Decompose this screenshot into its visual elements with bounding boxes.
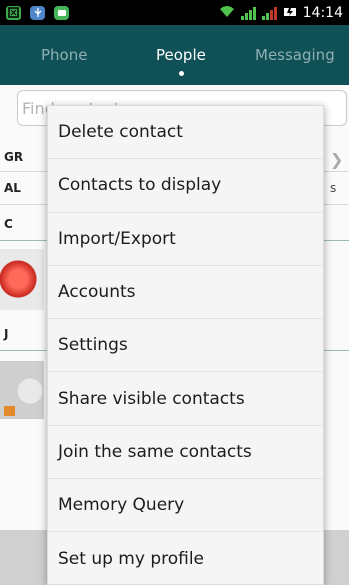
groups-row[interactable]: GR bbox=[0, 150, 23, 164]
chevron-right-icon: ❯ bbox=[330, 150, 344, 169]
system-status: 14:14 bbox=[219, 3, 343, 22]
overflow-menu: Delete contact Contacts to display Impor… bbox=[47, 105, 324, 585]
tab-bar: Phone People Messaging bbox=[0, 25, 349, 85]
tab-people[interactable]: People bbox=[156, 46, 206, 64]
tab-messaging[interactable]: Messaging bbox=[255, 46, 335, 64]
menu-item-settings[interactable]: Settings bbox=[48, 319, 323, 373]
screenshot-icon bbox=[6, 5, 21, 20]
signal-icon bbox=[261, 6, 277, 20]
section-header-j: J bbox=[4, 327, 9, 341]
message-icon bbox=[54, 5, 69, 20]
menu-item-contacts-to-display[interactable]: Contacts to display bbox=[48, 159, 323, 213]
menu-item-memory-query[interactable]: Memory Query bbox=[48, 479, 323, 533]
menu-item-accounts[interactable]: Accounts bbox=[48, 266, 323, 320]
menu-item-join-same-contacts[interactable]: Join the same contacts bbox=[48, 426, 323, 480]
contact-avatar[interactable] bbox=[0, 249, 44, 310]
section-header-c: C bbox=[4, 217, 13, 231]
status-bar: 14:14 bbox=[0, 0, 349, 25]
tab-phone[interactable]: Phone bbox=[41, 46, 87, 64]
battery-charging-icon bbox=[283, 3, 297, 22]
active-tab-indicator bbox=[179, 71, 184, 76]
usb-icon bbox=[30, 5, 45, 20]
menu-item-delete-contact[interactable]: Delete contact bbox=[48, 106, 323, 160]
all-contacts-row[interactable]: AL bbox=[0, 181, 21, 195]
signal-icon bbox=[240, 6, 256, 20]
menu-item-import-export[interactable]: Import/Export bbox=[48, 213, 323, 266]
menu-item-share-visible-contacts[interactable]: Share visible contacts bbox=[48, 372, 323, 426]
status-time: 14:14 bbox=[302, 4, 343, 21]
all-contacts-suffix: s bbox=[330, 181, 337, 195]
contact-badge-icon bbox=[4, 406, 15, 416]
wifi-icon bbox=[219, 3, 235, 22]
notification-area bbox=[6, 5, 69, 20]
menu-item-set-up-profile[interactable]: Set up my profile bbox=[48, 532, 323, 584]
